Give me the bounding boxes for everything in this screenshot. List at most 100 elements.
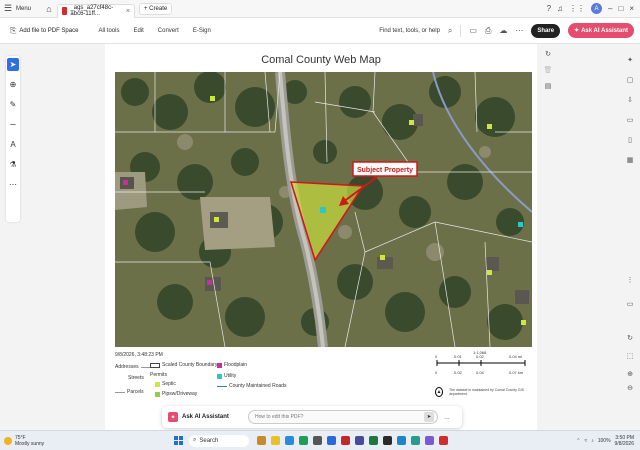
search-icon[interactable]: ⌕ [448, 26, 452, 36]
clock[interactable]: 3:50 PM 9/8/2026 [615, 435, 634, 447]
add-file-icon: ⎘ [10, 25, 17, 35]
document-tab[interactable]: _ags_a27cf48c-abc6-11ff... × [57, 3, 136, 18]
legend-permits: Permits [150, 372, 167, 378]
zoom-out-icon[interactable]: ⊖ [627, 384, 633, 392]
mcafee-icon[interactable] [341, 436, 350, 445]
windows-start-icon[interactable] [174, 436, 183, 445]
windows-taskbar: 75°F Mostly sunny ⌕ Search ⌃ ≈ ♪ 100% 3:… [0, 430, 640, 450]
find-search[interactable]: Find text, tools, or help [379, 28, 440, 34]
print-icon[interactable]: ⎙ [485, 26, 491, 36]
page-icon[interactable]: ▤ [545, 82, 552, 90]
add-file-button[interactable]: ⎘ Add file to PDF Space [10, 26, 78, 36]
bookmark-outline-icon[interactable]: ⬚ [627, 352, 634, 360]
acrobat-icon[interactable] [439, 436, 448, 445]
legend-addresses: Addresses [115, 364, 151, 370]
ai-more-icon[interactable]: ... [444, 414, 450, 421]
septic-marker [214, 217, 219, 222]
select-cursor-icon[interactable]: ➤ [7, 58, 19, 71]
chrome-icon[interactable] [299, 436, 308, 445]
app-icon[interactable] [411, 436, 420, 445]
pdf-icon [62, 7, 68, 15]
home-icon[interactable]: ⌂ [41, 0, 57, 18]
menu-edit[interactable]: Edit [133, 28, 143, 34]
stamp-icon[interactable]: ⚗ [7, 158, 19, 171]
trash-icon[interactable]: 🗑 [544, 66, 553, 74]
tab-title: _ags_a27cf48c-abc6-11ff... [70, 5, 114, 17]
floodplain-swatch [217, 362, 222, 368]
system-tray: ⌃ ≈ ♪ 100% 3:50 PM 9/8/2026 [576, 435, 640, 447]
export-icon[interactable]: ⇩ [627, 96, 633, 104]
edit-page-icon[interactable]: ▭ [627, 116, 634, 124]
close-window-icon[interactable]: × [629, 4, 634, 13]
weather-condition: Mostly sunny [15, 440, 45, 447]
septic-marker [380, 255, 385, 260]
zoom-in-icon[interactable]: ⊕ [627, 370, 633, 378]
wifi-icon[interactable]: ≈ [584, 438, 587, 444]
legend-permits-label: Permits [150, 372, 167, 378]
ai-question-input[interactable] [248, 410, 438, 424]
maximize-icon[interactable]: □ [618, 4, 623, 13]
volume-icon[interactable]: ♪ [591, 438, 594, 444]
file-explorer-icon[interactable] [271, 436, 280, 445]
outlook-icon[interactable] [397, 436, 406, 445]
draw-curve-icon[interactable]: ∽ [7, 118, 19, 131]
help-icon[interactable]: ? [547, 4, 551, 13]
legend-utility-label: Utility [224, 373, 237, 379]
rotate-icon[interactable]: ↻ [545, 50, 551, 58]
share-button[interactable]: Share [531, 23, 561, 38]
upload-cloud-icon[interactable]: ☁ [499, 26, 507, 35]
text-tool-icon[interactable]: A [7, 138, 19, 151]
chevron-up-icon[interactable]: ⌃ [576, 438, 580, 444]
app-icon[interactable] [383, 436, 392, 445]
menu-all-tools[interactable]: All tools [98, 28, 119, 34]
weather-widget[interactable]: 75°F Mostly sunny [4, 435, 74, 447]
scale-tick-km-0: 0 [435, 370, 438, 375]
save-icon[interactable]: ▭ [469, 26, 477, 35]
refresh-icon[interactable]: ↻ [627, 334, 633, 342]
widgets-app-icon[interactable] [257, 436, 266, 445]
create-tab-button[interactable]: + Create [139, 2, 173, 15]
app-icon[interactable] [425, 436, 434, 445]
excel-icon[interactable] [369, 436, 378, 445]
search-icon: ⌕ [193, 437, 197, 443]
apps-grid-icon[interactable]: ⋮⋮ [569, 4, 585, 13]
close-tab-icon[interactable]: × [126, 8, 130, 15]
more-icon[interactable]: ⋯ [515, 26, 523, 35]
taskbar-search[interactable]: ⌕ Search [189, 434, 249, 447]
ask-ai-assistant-button[interactable]: ✦ Ask AI Assistant [568, 23, 634, 38]
more-tools-icon[interactable]: ⋯ [7, 178, 19, 191]
utility-marker [518, 222, 523, 227]
legend-pipsw-driveway: Pipsw/Driveway [155, 391, 197, 397]
minimize-icon[interactable]: – [608, 4, 612, 13]
bell-icon[interactable]: ♫ [557, 4, 563, 13]
battery-level[interactable]: 100% [598, 438, 611, 444]
menu-e-sign[interactable]: E-Sign [193, 28, 211, 34]
legend-septic: Septic [155, 381, 176, 387]
bookmark-icon[interactable]: ▯ [628, 136, 632, 144]
expand-panel-icon[interactable]: ▭ [627, 300, 634, 308]
page-handle-icon[interactable]: ⋮ [627, 276, 634, 284]
highlight-pen-icon[interactable]: ✎ [7, 98, 19, 111]
app-icon[interactable] [313, 436, 322, 445]
toolbar-right: Find text, tools, or help ⌕ ▭ ⎙ ☁ ⋯ Shar… [379, 23, 640, 38]
legend-scaled-county-boundary: Scaled County Boundary [150, 362, 217, 368]
menu-label[interactable]: Menu [16, 6, 31, 12]
edge-browser-icon[interactable] [285, 436, 294, 445]
parcels-swatch [115, 391, 125, 393]
organize-icon[interactable]: ▦ [627, 156, 634, 164]
septic-marker [487, 270, 492, 275]
avatar[interactable]: A [591, 3, 603, 14]
word-icon[interactable] [327, 436, 336, 445]
septic-marker [487, 124, 492, 129]
teams-icon[interactable] [355, 436, 364, 445]
hamburger-icon[interactable]: ☰ [0, 0, 16, 18]
ai-chat-icon[interactable]: ✦ [627, 56, 633, 64]
comment-icon[interactable]: ▢ [627, 76, 634, 84]
menu-convert[interactable]: Convert [158, 28, 179, 34]
legend-utility: Utility [217, 373, 236, 379]
send-icon[interactable]: ➤ [424, 412, 434, 422]
zoom-comment-icon[interactable]: ⊕ [7, 78, 19, 91]
clock-date: 9/8/2026 [614, 440, 634, 447]
north-arrow-icon: ▲ [435, 387, 443, 397]
ask-ai-label: Ask AI Assistant [581, 27, 628, 34]
